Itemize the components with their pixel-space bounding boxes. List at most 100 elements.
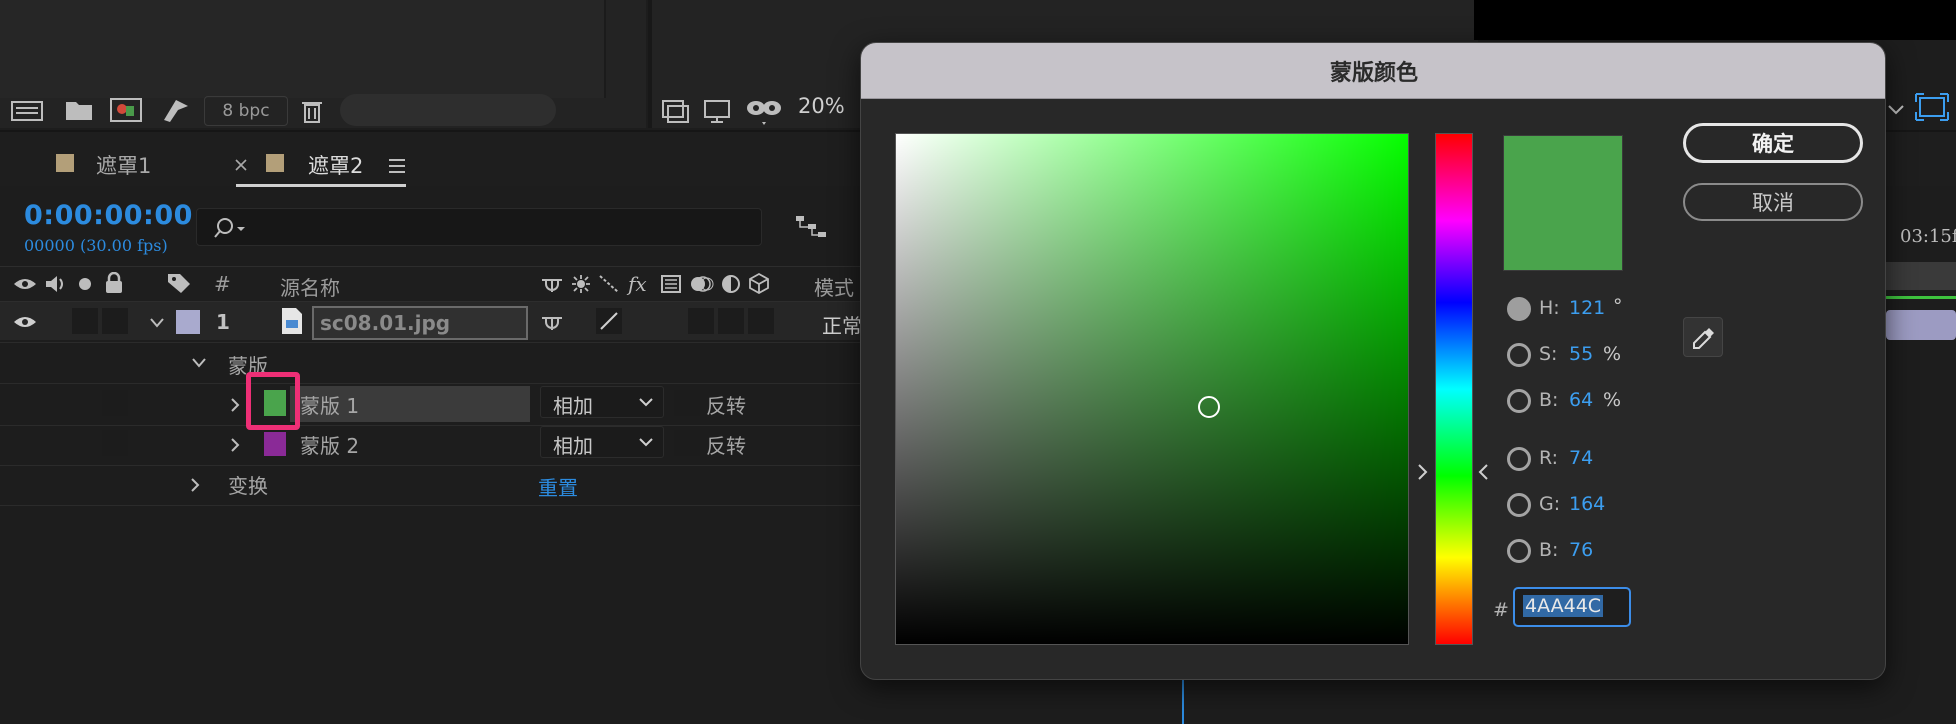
chevron-right-icon[interactable] bbox=[188, 476, 202, 494]
saturation-radio[interactable] bbox=[1507, 343, 1531, 367]
cancel-button[interactable]: 取消 bbox=[1683, 183, 1863, 221]
layer-solo-toggle[interactable] bbox=[102, 308, 128, 334]
interpret-footage-icon[interactable] bbox=[10, 98, 46, 124]
chevron-right-icon[interactable] bbox=[228, 436, 242, 454]
annotation-highlight-box bbox=[246, 372, 300, 430]
layer-3d-toggle[interactable] bbox=[748, 308, 774, 334]
eyedropper-button[interactable] bbox=[1683, 317, 1723, 357]
layer-quality-toggle[interactable] bbox=[596, 308, 622, 334]
hue-radio[interactable] bbox=[1507, 297, 1531, 321]
shy-icon bbox=[542, 279, 562, 292]
chevron-down-icon[interactable] bbox=[1886, 100, 1906, 120]
preview-icon[interactable] bbox=[660, 98, 690, 124]
saturation-brightness-field[interactable] bbox=[895, 133, 1409, 645]
mask-2-lock-toggle[interactable] bbox=[102, 430, 128, 456]
audio-icon bbox=[46, 276, 63, 292]
hex-color-input[interactable]: 4AA44C bbox=[1513, 587, 1631, 627]
green-value-field[interactable]: 164 bbox=[1569, 493, 1605, 515]
mask-color-dialog: 蒙版颜色 H: 121 ° S: 55 % B: 64 % R: 74 G: 1… bbox=[860, 42, 1886, 680]
ok-button[interactable]: 确定 bbox=[1683, 123, 1863, 163]
composition-flowchart-icon[interactable] bbox=[794, 212, 828, 242]
video-visibility-icon bbox=[14, 279, 36, 289]
chevron-down-icon[interactable] bbox=[190, 356, 208, 370]
layer-duration-bar[interactable] bbox=[1886, 310, 1956, 340]
3d-layer-icon bbox=[749, 272, 769, 294]
brightness-radio[interactable] bbox=[1507, 389, 1531, 413]
saturation-value-field[interactable]: 55 bbox=[1569, 343, 1593, 365]
layer-name-field[interactable]: sc08.01.jpg bbox=[312, 306, 528, 340]
mask-visibility-icon[interactable] bbox=[744, 96, 784, 126]
mask-1-lock-toggle[interactable] bbox=[102, 390, 128, 416]
layer-motion-blur-toggle[interactable] bbox=[688, 308, 714, 334]
mask-1-name[interactable]: 蒙版 1 bbox=[300, 390, 359, 419]
eyedropper-icon bbox=[1693, 328, 1714, 349]
toggle-transparency-grid-icon[interactable] bbox=[1914, 92, 1950, 122]
layer-audio-toggle[interactable] bbox=[72, 308, 98, 334]
chevron-down-icon[interactable] bbox=[148, 316, 166, 330]
green-radio[interactable] bbox=[1507, 493, 1531, 517]
column-number: # bbox=[214, 272, 231, 296]
column-mode: 模式 bbox=[814, 276, 854, 300]
layer-shy-icon[interactable] bbox=[540, 312, 564, 332]
hue-value-field[interactable]: 121 bbox=[1569, 297, 1605, 319]
motion-blur-icon bbox=[691, 276, 714, 292]
quality-icon bbox=[599, 275, 619, 293]
mask-1-mode-dropdown[interactable]: 相加 bbox=[540, 386, 664, 418]
mask-2-invert-label: 反转 bbox=[706, 434, 746, 458]
search-icon bbox=[214, 218, 245, 238]
saturation-label: S: bbox=[1539, 343, 1558, 365]
render-queue-icon[interactable] bbox=[160, 96, 192, 124]
transform-label[interactable]: 变换 bbox=[228, 470, 268, 499]
current-time-indicator[interactable] bbox=[1182, 676, 1184, 724]
transform-reset-link[interactable]: 重置 bbox=[538, 472, 578, 501]
work-area-bar[interactable] bbox=[1884, 262, 1956, 290]
mask-2-color-swatch[interactable] bbox=[264, 432, 286, 456]
chevron-down-icon bbox=[639, 438, 653, 447]
monitor-icon[interactable] bbox=[702, 98, 732, 124]
blue-value-field[interactable]: 76 bbox=[1569, 539, 1593, 561]
mask-2-name[interactable]: 蒙版 2 bbox=[300, 430, 359, 459]
layer-search-input[interactable] bbox=[196, 208, 762, 246]
mask-2-invert-checkbox[interactable] bbox=[674, 430, 700, 456]
close-icon[interactable] bbox=[234, 158, 248, 172]
blue-radio[interactable] bbox=[1507, 539, 1531, 563]
panel-menu-icon[interactable] bbox=[388, 158, 406, 174]
brightness-value-field[interactable]: 64 bbox=[1569, 389, 1593, 411]
tab-comp-1[interactable]: 遮罩1 bbox=[96, 150, 151, 180]
hue-slider-right-arrow-icon[interactable] bbox=[1475, 461, 1491, 483]
color-preview-swatch bbox=[1503, 135, 1623, 271]
adjustment-layer-icon bbox=[722, 275, 740, 293]
hue-slider-left-arrow-icon[interactable] bbox=[1415, 461, 1431, 483]
new-composition-icon[interactable] bbox=[108, 96, 144, 124]
hue-slider[interactable] bbox=[1435, 133, 1473, 645]
chevron-right-icon[interactable] bbox=[228, 396, 242, 414]
row-divider bbox=[0, 383, 900, 384]
column-source-name[interactable]: 源名称 bbox=[280, 272, 340, 301]
layer-number: 1 bbox=[216, 310, 230, 334]
red-radio[interactable] bbox=[1507, 447, 1531, 471]
mask-1-mode-value: 相加 bbox=[553, 394, 593, 418]
red-value-field[interactable]: 74 bbox=[1569, 447, 1593, 469]
effects-icon: fx bbox=[628, 272, 647, 296]
layer-adjustment-toggle[interactable] bbox=[718, 308, 744, 334]
layer-label-color[interactable] bbox=[176, 310, 200, 334]
new-folder-icon[interactable] bbox=[64, 98, 94, 122]
current-time-display[interactable]: 0:00:00:00 bbox=[24, 200, 193, 231]
mask-1-invert-checkbox[interactable] bbox=[674, 390, 700, 416]
layer-blend-mode[interactable]: 正常 bbox=[822, 310, 862, 339]
hue-label: H: bbox=[1539, 297, 1560, 319]
active-tab-indicator bbox=[236, 184, 406, 187]
zoom-level-dropdown[interactable]: 20% bbox=[798, 94, 845, 118]
color-picker-cursor[interactable] bbox=[1198, 396, 1220, 418]
project-thumbnail-slider[interactable] bbox=[340, 94, 556, 126]
trash-icon[interactable] bbox=[300, 98, 324, 124]
image-file-icon bbox=[282, 308, 302, 334]
layer-visibility-icon[interactable] bbox=[12, 312, 38, 332]
mask-2-mode-dropdown[interactable]: 相加 bbox=[540, 426, 664, 458]
row-divider bbox=[0, 465, 900, 466]
bit-depth-button[interactable]: 8 bpc bbox=[204, 96, 288, 126]
tab-2-color-swatch bbox=[266, 154, 284, 172]
tab-comp-2[interactable]: 遮罩2 bbox=[308, 150, 363, 180]
render-bar bbox=[1886, 296, 1956, 299]
red-label: R: bbox=[1539, 447, 1559, 469]
